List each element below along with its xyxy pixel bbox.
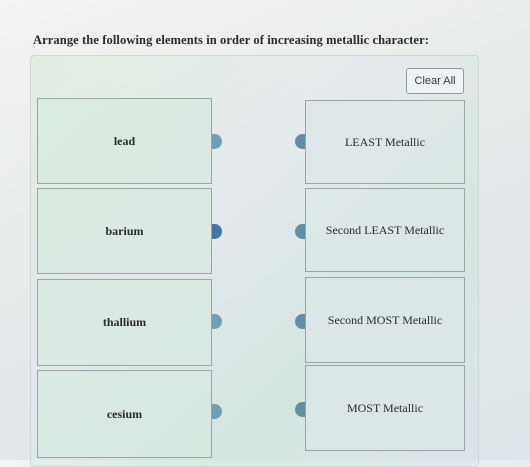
drop-target-label: MOST Metallic: [346, 400, 424, 415]
drop-target-most-metallic[interactable]: MOST Metallic: [305, 365, 465, 451]
element-card-label: cesium: [106, 406, 143, 421]
drop-target-socket[interactable]: [295, 402, 305, 417]
drop-target-socket[interactable]: [295, 134, 305, 149]
element-card-lead[interactable]: lead: [37, 98, 212, 184]
drop-target-least-metallic[interactable]: LEAST Metallic: [305, 100, 465, 184]
element-card-label: lead: [113, 133, 136, 148]
drop-target-label: Second MOST Metallic: [327, 312, 443, 327]
question-prompt: Arrange the following elements in order …: [33, 33, 429, 47]
drop-target-socket[interactable]: [295, 314, 305, 329]
drop-target-label: Second LEAST Metallic: [325, 222, 445, 237]
drop-target-socket[interactable]: [295, 224, 305, 239]
element-card-thallium[interactable]: thallium: [37, 279, 212, 366]
element-card-label: barium: [105, 223, 144, 238]
drop-target-second-least-metallic[interactable]: Second LEAST Metallic: [305, 188, 465, 272]
element-card-cesium[interactable]: cesium: [37, 370, 212, 458]
drop-target-second-most-metallic[interactable]: Second MOST Metallic: [305, 277, 465, 363]
element-card-label: thallium: [102, 315, 147, 329]
drop-target-label: LEAST Metallic: [344, 134, 426, 149]
clear-all-button[interactable]: Clear All: [406, 68, 464, 94]
element-card-barium[interactable]: barium: [37, 188, 212, 274]
